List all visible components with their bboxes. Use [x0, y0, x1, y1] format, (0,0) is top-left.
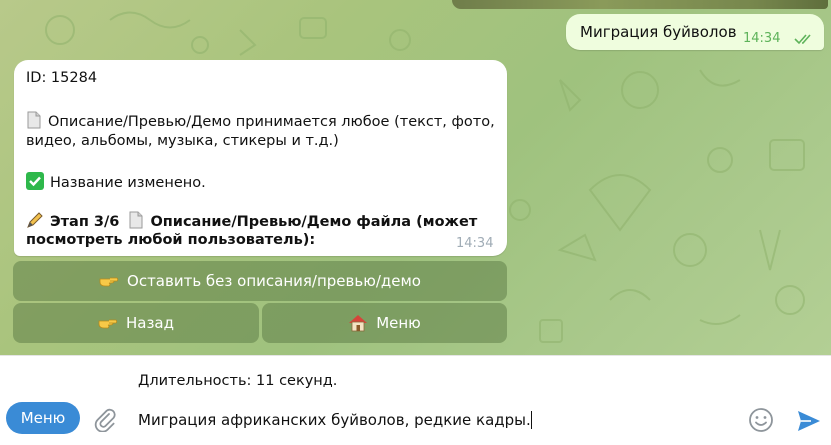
page-icon	[27, 111, 41, 129]
pointing-hand-icon	[99, 277, 119, 287]
previous-photo-edge[interactable]	[452, 0, 828, 9]
check-mark-icon	[26, 172, 44, 190]
menu-keyboard-button[interactable]: Меню	[262, 303, 507, 343]
message-id-line: ID: 15284	[26, 70, 98, 86]
description-text-1: Описание/Превью/Демо принимается любое (…	[48, 114, 495, 130]
renamed-line: Название изменено.	[26, 172, 206, 191]
message-input[interactable]: Миграция африканских буйволов, редкие ка…	[138, 411, 532, 429]
back-button[interactable]: Назад	[13, 303, 259, 343]
chat-background: Миграция буйволов 14:34 ID: 15284 Описан…	[0, 0, 831, 355]
back-label: Назад	[125, 314, 174, 332]
bot-menu-button[interactable]: Меню	[6, 402, 80, 434]
step-label: Этап 3/6	[50, 214, 120, 230]
attachment-caption-preview: Длительность: 11 секунд.	[138, 373, 338, 389]
pointing-hand-icon	[98, 319, 118, 329]
paperclip-icon[interactable]	[93, 408, 117, 432]
message-composer: Длительность: 11 секунд. Меню Миграция а…	[0, 355, 831, 445]
send-icon[interactable]	[796, 408, 822, 434]
pencil-icon	[27, 212, 43, 228]
page-icon	[129, 211, 143, 229]
incoming-message[interactable]: ID: 15284 Описание/Превью/Демо принимает…	[14, 60, 507, 256]
house-icon	[349, 315, 368, 332]
outgoing-message-time: 14:34	[743, 31, 781, 46]
incoming-message-time: 14:34	[456, 236, 494, 251]
menu-keyboard-label: Меню	[376, 314, 421, 332]
outgoing-message-text: Миграция буйволов	[580, 23, 737, 41]
text-caret	[530, 411, 532, 429]
renamed-text: Название изменено.	[50, 175, 206, 191]
outgoing-message[interactable]: Миграция буйволов 14:34	[566, 14, 824, 50]
skip-description-label: Оставить без описания/превью/демо	[127, 272, 421, 290]
step-line-1: Этап 3/6 Описание/Превью/Демо файла (мож…	[26, 211, 477, 230]
double-check-icon	[794, 34, 811, 45]
step-text: Описание/Превью/Демо файла (может	[150, 214, 478, 230]
description-line-1: Описание/Превью/Демо принимается любое (…	[26, 111, 495, 130]
smile-icon[interactable]	[748, 407, 774, 433]
message-input-value: Миграция африканских буйволов, редкие ка…	[138, 411, 531, 429]
description-line-2: видео, альбомы, музыка, стикеры и т.д.)	[26, 133, 339, 149]
skip-description-button[interactable]: Оставить без описания/превью/демо	[13, 261, 507, 301]
step-line-2: посмотреть любой пользователь):	[26, 232, 316, 248]
